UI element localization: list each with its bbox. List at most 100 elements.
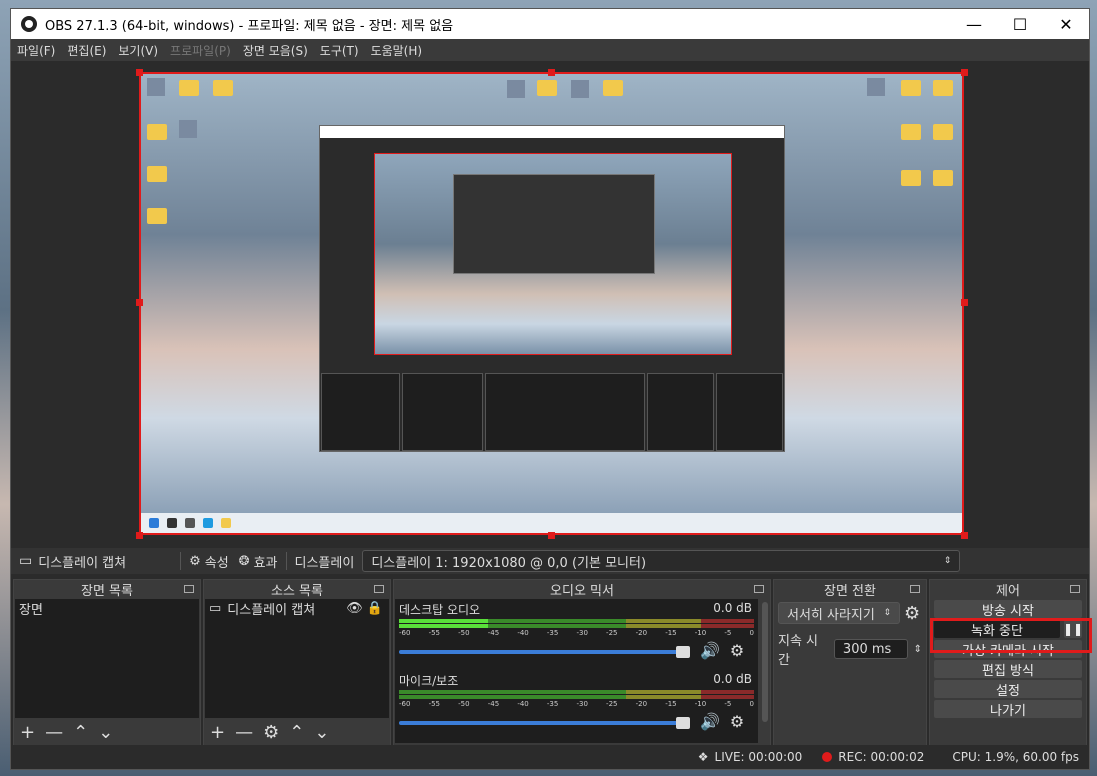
display-capture-preview[interactable] [139,72,964,535]
resize-handle[interactable] [136,299,143,306]
window-title: OBS 27.1.3 (64-bit, windows) - 프로파일: 제목 … [45,18,454,34]
gear-icon[interactable]: ⚙ [730,641,744,660]
monitor-icon: ▭ [19,553,33,569]
settings-button[interactable]: 설정 [934,680,1082,699]
nested-dock [715,373,783,451]
menu-profile[interactable]: 프로파일(P) [164,42,237,59]
resize-handle[interactable] [136,69,143,76]
gear-icon[interactable]: ⚙ [263,722,279,743]
sources-list[interactable]: ▭ 디스플레이 캡쳐 👁 🔒 [205,599,389,718]
chevron-down-icon[interactable]: ⌄ [98,722,113,743]
menu-help[interactable]: 도움말(H) [365,42,429,59]
chevron-down-icon[interactable]: ⌄ [314,722,329,743]
remove-icon[interactable]: — [235,722,253,743]
exit-button[interactable]: 나가기 [934,700,1082,719]
channel-db: 0.0 dB [713,601,752,615]
chevron-up-icon[interactable]: ⌃ [73,722,88,743]
add-icon[interactable]: + [20,722,35,743]
nested-dock [646,373,714,451]
resize-handle[interactable] [136,532,143,539]
folder-icon [901,170,921,186]
nested-preview [374,153,732,355]
float-icon[interactable] [184,585,194,593]
properties-button[interactable]: ⚙ 속성 [189,552,229,571]
list-item[interactable]: ▭ 디스플레이 캡쳐 👁 🔒 [205,599,389,618]
float-icon[interactable] [754,585,764,593]
add-icon[interactable]: + [210,722,225,743]
close-icon[interactable]: ✕ [1043,9,1089,39]
folder-icon [933,80,953,96]
gear-icon[interactable]: ⚙ [730,712,744,731]
resize-handle[interactable] [961,532,968,539]
float-icon[interactable] [910,585,920,593]
maximize-icon[interactable]: ☐ [997,9,1043,39]
folder-icon [901,80,921,96]
source-toolbar: ▭ 디스플레이 캡쳐 ⚙ 속성 ❂ 효과 디스플레이 디스플레이 1: 1920… [11,548,1089,574]
folder-icon [537,80,557,96]
mixer-title: 오디오 믹서 [550,583,614,599]
title-bar: OBS 27.1.3 (64-bit, windows) - 프로파일: 제목 … [11,9,1089,39]
chevron-up-icon[interactable]: ⌃ [289,722,304,743]
float-icon[interactable] [374,585,384,593]
resize-handle[interactable] [961,299,968,306]
display-label: 디스플레이 [294,555,355,571]
updown-icon: ⇕ [883,608,891,618]
nested-dock [321,373,400,451]
desktop-icon [507,80,525,98]
live-time: LIVE: 00:00:00 [714,750,803,764]
menu-scene-collection[interactable]: 장면 모음(S) [237,42,314,59]
search-icon [167,518,177,528]
volume-slider[interactable] [399,716,690,729]
filter-icon: ❂ [238,553,250,569]
menu-view[interactable]: 보기(V) [112,42,164,59]
filters-button[interactable]: ❂ 효과 [239,552,278,571]
scenes-list[interactable]: 장면 [15,599,199,718]
list-item[interactable]: 장면 [15,599,199,618]
preview-area[interactable] [11,61,1089,548]
mixer-scrollbar[interactable] [762,602,768,722]
controls-dock: 제어 방송 시작 녹화 중단 ❚❚ 가상 카메라 시작 편집 방식 설정 나가기 [929,579,1087,746]
folder-icon [933,124,953,140]
transitions-header: 장면 전환 [774,580,926,599]
menu-tools[interactable]: 도구(T) [314,42,365,59]
nested-title-bar [320,126,784,138]
minimize-icon[interactable]: — [951,9,997,39]
duration-value: 300 ms [842,641,892,657]
nested-obs-window [319,125,785,452]
spin-icon[interactable]: ⇕ [914,644,922,655]
menu-file[interactable]: 파일(F) [11,42,61,59]
gear-icon[interactable]: ⚙ [904,603,920,624]
meter-scale: -60 -55 -50 -45 -40 -35 -30 -25 -20 -15 -10 -5 0 [399,700,754,708]
gear-icon: ⚙ [189,553,201,569]
folder-icon [213,80,233,96]
desktop-icon [571,80,589,98]
menu-edit[interactable]: 편집(E) [61,42,112,59]
obs-window: OBS 27.1.3 (64-bit, windows) - 프로파일: 제목 … [10,8,1090,770]
volume-slider[interactable] [399,645,690,658]
resize-handle[interactable] [548,532,555,539]
channel-name: 마이크/보조 [399,674,459,688]
resize-handle[interactable] [548,69,555,76]
duration-input[interactable]: 300 ms [833,639,908,659]
meter-scale: -60 -55 -50 -45 -40 -35 -30 -25 -20 -15 -10 -5 0 [399,629,754,637]
lock-icon[interactable]: 🔒 [367,601,383,616]
start-streaming-button[interactable]: 방송 시작 [934,600,1082,619]
volume-meter [399,619,754,623]
filters-label: 효과 [253,555,278,571]
rec-time: REC: 00:00:02 [838,750,925,764]
transition-select[interactable]: 서서히 사라지기 ⇕ [778,602,900,624]
speaker-icon[interactable]: 🔊 [700,641,720,660]
float-icon[interactable] [1070,585,1080,593]
source-name: 디스플레이 캡쳐 [38,555,127,571]
volume-meter [399,695,754,699]
sources-header: 소스 목록 [204,580,390,599]
remove-icon[interactable]: — [45,722,63,743]
folder-icon [901,124,921,140]
folder-icon [603,80,623,96]
eye-icon[interactable]: 👁 [346,601,363,616]
resize-handle[interactable] [961,69,968,76]
speaker-icon[interactable]: 🔊 [700,712,720,731]
display-select[interactable]: 디스플레이 1: 1920x1080 @ 0,0 (기본 모니터) ⇕ [362,550,961,572]
studio-mode-button[interactable]: 편집 방식 [934,660,1082,679]
folder-icon [147,166,167,182]
